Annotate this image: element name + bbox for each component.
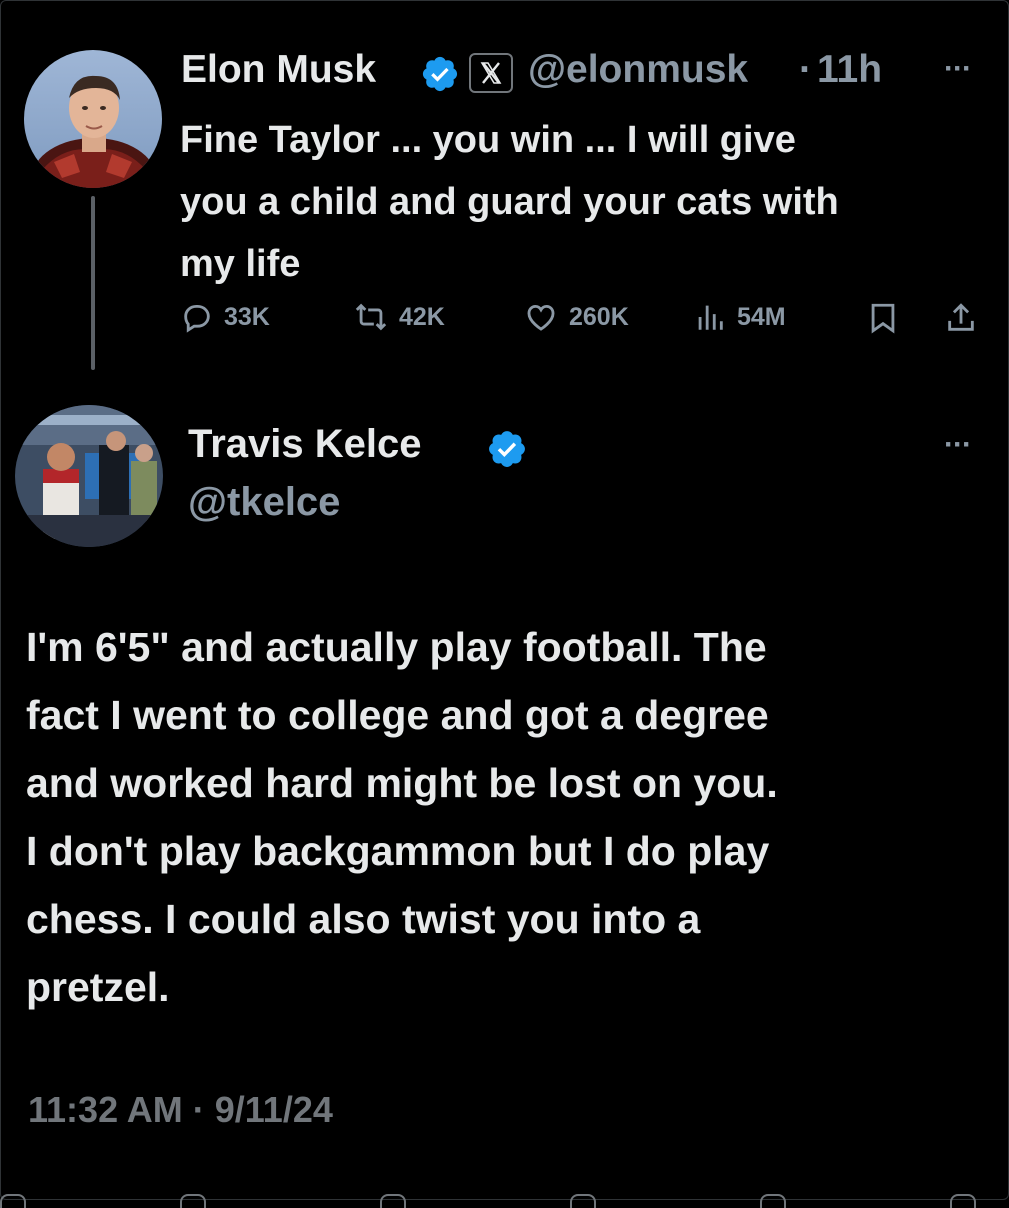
bookmark-button[interactable]: [866, 300, 910, 336]
repost-icon: [355, 303, 387, 331]
original-tweet-text: Fine Taylor ... you win ... I will give …: [180, 119, 839, 285]
author-name-elon[interactable]: Elon Musk: [181, 48, 376, 92]
cropped-action-bar: [0, 1190, 1009, 1208]
repost-count: 42K: [399, 302, 445, 331]
avatar-elon-musk[interactable]: [24, 50, 162, 188]
reply-timestamp[interactable]: 11:32 AM · 9/11/24: [28, 1089, 333, 1131]
views-button[interactable]: 54M: [693, 300, 786, 334]
views-icon: [698, 305, 723, 330]
view-count: 54M: [737, 302, 786, 331]
share-icon: [948, 303, 974, 331]
bookmark-icon: [871, 303, 895, 334]
tweet-time-ago[interactable]: 11h: [817, 48, 882, 92]
avatar-travis-kelce[interactable]: [15, 405, 163, 547]
more-icon[interactable]: ···: [944, 52, 972, 86]
thread-connector-line: [91, 196, 95, 370]
verified-badge-icon-reply: [486, 428, 528, 475]
separator-dot: ·: [799, 48, 812, 91]
author-name-travis[interactable]: Travis Kelce: [188, 422, 422, 467]
x-logo-icon: [469, 53, 513, 93]
verified-badge-icon: [420, 54, 460, 99]
reply-button[interactable]: 33K: [180, 300, 270, 334]
like-count: 260K: [569, 302, 629, 331]
reply-count: 33K: [224, 302, 270, 331]
reply-icon: [184, 304, 210, 333]
reply-tweet-text: I'm 6'5" and actually play football. The…: [26, 624, 778, 1010]
share-button[interactable]: [944, 300, 988, 336]
handle-tkelce[interactable]: @tkelce: [188, 480, 340, 525]
like-button[interactable]: 260K: [523, 300, 629, 334]
handle-elonmusk[interactable]: @elonmusk: [528, 48, 748, 92]
repost-button[interactable]: 42K: [353, 300, 445, 334]
like-icon: [527, 304, 555, 331]
more-icon-reply[interactable]: ···: [944, 428, 972, 462]
tweet-action-bar: 33K 42K 260K 54M: [180, 300, 990, 344]
